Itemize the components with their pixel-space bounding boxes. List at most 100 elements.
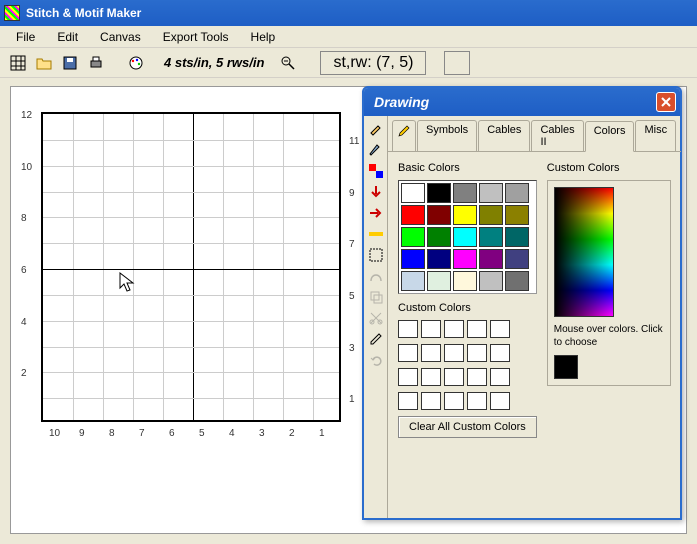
custom-color-slot[interactable] <box>398 320 418 338</box>
custom-color-slot[interactable] <box>398 344 418 362</box>
custom-color-slot[interactable] <box>444 320 464 338</box>
custom-color-slot[interactable] <box>421 368 441 386</box>
color-swatch[interactable] <box>401 271 425 291</box>
color-swatch[interactable] <box>505 183 529 203</box>
color-swatch[interactable] <box>505 249 529 269</box>
color-swatch[interactable] <box>427 271 451 291</box>
drawing-panel: Drawing Symbols Cables Cables II <box>362 86 682 520</box>
color-swatch[interactable] <box>453 249 477 269</box>
save-icon[interactable] <box>60 53 80 73</box>
edit-icon[interactable] <box>366 330 386 348</box>
color-swatch[interactable] <box>427 183 451 203</box>
coord-readout: st,rw: (7, 5) <box>320 51 426 75</box>
custom-color-slot[interactable] <box>490 344 510 362</box>
brush-icon[interactable] <box>366 141 386 159</box>
copy-icon[interactable] <box>366 288 386 306</box>
custom-color-slot[interactable] <box>421 392 441 410</box>
grid-wrap: 12108642119753110987654321 <box>41 112 361 452</box>
cut-icon[interactable] <box>366 309 386 327</box>
custom-slots-label: Custom Colors <box>398 302 537 314</box>
custom-color-slot[interactable] <box>467 344 487 362</box>
paint-icon[interactable] <box>366 120 386 138</box>
color-swatch[interactable] <box>479 249 503 269</box>
tab-symbols[interactable]: Symbols <box>417 120 477 151</box>
zoom-out-icon[interactable] <box>278 53 298 73</box>
color-swatch[interactable] <box>453 205 477 225</box>
custom-color-slot[interactable] <box>467 320 487 338</box>
custom-color-slot[interactable] <box>467 368 487 386</box>
select-icon[interactable] <box>366 246 386 264</box>
custom-slot-row <box>398 392 537 410</box>
color-swatch[interactable] <box>427 227 451 247</box>
color-swatch[interactable] <box>401 183 425 203</box>
menu-canvas[interactable]: Canvas <box>90 28 151 46</box>
color-swatch[interactable] <box>401 205 425 225</box>
undo-icon[interactable] <box>366 351 386 369</box>
menu-bar: File Edit Canvas Export Tools Help <box>0 26 697 48</box>
color-fill-icon[interactable] <box>366 162 386 180</box>
tab-colors[interactable]: Colors <box>585 121 635 152</box>
color-swatch[interactable] <box>453 271 477 291</box>
custom-color-slot[interactable] <box>444 344 464 362</box>
custom-color-slot[interactable] <box>398 368 418 386</box>
row-label-right: 9 <box>349 188 355 199</box>
custom-color-slot[interactable] <box>398 392 418 410</box>
menu-edit[interactable]: Edit <box>47 28 88 46</box>
tab-misc[interactable]: Misc <box>635 120 676 151</box>
menu-file[interactable]: File <box>6 28 45 46</box>
custom-color-slot[interactable] <box>444 368 464 386</box>
print-icon[interactable] <box>86 53 106 73</box>
color-swatch[interactable] <box>453 227 477 247</box>
grid-icon[interactable] <box>8 53 28 73</box>
open-icon[interactable] <box>34 53 54 73</box>
palette-icon[interactable] <box>126 53 146 73</box>
custom-color-slot[interactable] <box>490 368 510 386</box>
row-label: 8 <box>21 213 27 224</box>
line-icon[interactable] <box>366 225 386 243</box>
color-swatch[interactable] <box>401 227 425 247</box>
panel-title-bar[interactable]: Drawing <box>364 88 680 116</box>
color-swatch[interactable] <box>427 249 451 269</box>
custom-color-slot[interactable] <box>467 392 487 410</box>
col-label: 6 <box>169 428 175 439</box>
custom-color-slot[interactable] <box>444 392 464 410</box>
arrow-right-icon[interactable] <box>366 204 386 222</box>
clear-custom-button[interactable]: Clear All Custom Colors <box>398 416 537 438</box>
close-icon[interactable] <box>656 92 676 112</box>
basic-swatches <box>398 180 537 294</box>
custom-color-slot[interactable] <box>490 320 510 338</box>
row-label-right: 3 <box>349 343 355 354</box>
blank-box[interactable] <box>444 51 470 75</box>
side-toolbar <box>364 116 388 518</box>
color-spectrum[interactable] <box>554 187 614 317</box>
panel-title: Drawing <box>374 94 429 110</box>
color-swatch[interactable] <box>427 205 451 225</box>
menu-help[interactable]: Help <box>241 28 286 46</box>
custom-color-slot[interactable] <box>490 392 510 410</box>
color-swatch[interactable] <box>479 183 503 203</box>
canvas-grid[interactable] <box>41 112 341 422</box>
tab-pencil[interactable] <box>392 120 416 151</box>
color-swatch[interactable] <box>479 205 503 225</box>
col-label: 2 <box>289 428 295 439</box>
col-label: 5 <box>199 428 205 439</box>
custom-colors-block: Custom Colors Mouse over colors. Click t… <box>547 162 671 438</box>
menu-export[interactable]: Export Tools <box>153 28 239 46</box>
toolbar: 4 sts/in, 5 rws/in st,rw: (7, 5) <box>0 48 697 78</box>
color-swatch[interactable] <box>479 227 503 247</box>
color-swatch[interactable] <box>505 271 529 291</box>
tabs-row: Symbols Cables Cables II Colors Misc <box>388 116 681 152</box>
color-swatch[interactable] <box>505 205 529 225</box>
custom-color-slot[interactable] <box>421 344 441 362</box>
tab-cables2[interactable]: Cables II <box>531 120 583 151</box>
color-swatch[interactable] <box>505 227 529 247</box>
color-swatch[interactable] <box>479 271 503 291</box>
color-swatch[interactable] <box>401 249 425 269</box>
spectrum-hint: Mouse over colors. Click to choose <box>554 323 664 349</box>
custom-color-slot[interactable] <box>421 320 441 338</box>
tab-cables[interactable]: Cables <box>478 120 530 151</box>
color-swatch[interactable] <box>453 183 477 203</box>
row-label: 4 <box>21 317 27 328</box>
trace-icon[interactable] <box>366 267 386 285</box>
arrow-down-icon[interactable] <box>366 183 386 201</box>
